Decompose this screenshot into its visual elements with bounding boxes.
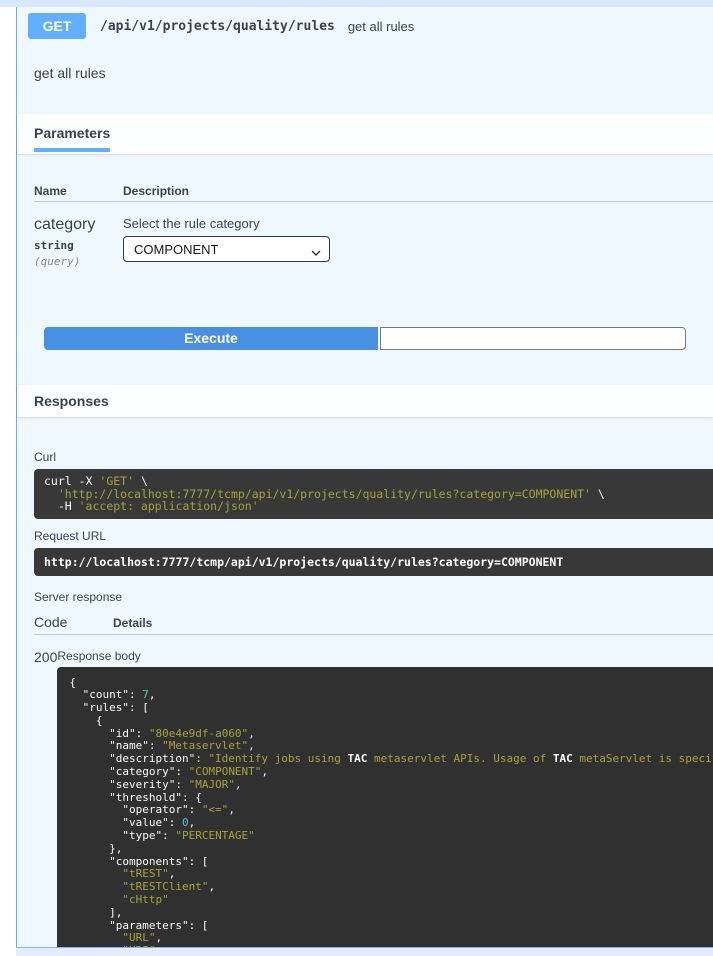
parameter-description-cell: Select the rule category COMPONENT [123,216,330,268]
column-header-details: Details [113,616,152,630]
prev-opblock-strip[interactable] [0,0,713,7]
execute-wrapper: Execute [17,283,713,385]
curl-label: Curl [34,450,713,464]
http-method-badge: GET [28,13,86,39]
response-table-head: Code Details [34,614,713,635]
responses-body: Curl curl -X 'GET' \ 'http://localhost:7… [17,417,713,956]
response-body-block: { "count": 7, "rules": [ { "id": "80e4e9… [57,667,713,956]
response-details-cell: Response body { "count": 7, "rules": [ {… [57,649,713,956]
endpoint-summary: get all rules [348,19,414,34]
category-select-wrap: COMPONENT [123,236,330,262]
opblock-summary[interactable]: GET /api/v1/projects/quality/rules get a… [17,7,713,45]
responses-header: Responses [17,385,713,417]
parameter-name: category [34,216,123,234]
curl-command-block: curl -X 'GET' \ 'http://localhost:7777/t… [34,469,713,519]
opblock-description: get all rules [17,45,713,114]
column-header-description: Description [123,184,189,198]
responses-title: Responses [34,393,109,409]
category-select[interactable]: COMPONENT [123,236,330,262]
parameter-description: Select the rule category [123,216,330,231]
response-status-code: 200 [34,649,57,956]
clear-button[interactable] [380,327,686,350]
response-row-200: 200 Response body { "count": 7, "rules":… [34,635,713,956]
parameter-row: category string (query) Select the rule … [34,202,713,283]
parameters-table: Name Description category string (query)… [17,154,713,283]
parameters-table-head: Name Description [34,184,713,202]
opblock-get-rules: GET /api/v1/projects/quality/rules get a… [16,7,713,947]
server-response-label: Server response [34,590,713,604]
parameter-type: string [34,239,123,252]
parameter-location: (query) [34,255,123,268]
parameters-header: Parameters [17,114,713,154]
parameter-name-cell: category string (query) [34,216,123,268]
tab-parameters[interactable]: Parameters [34,125,110,152]
column-header-code: Code [34,614,113,630]
column-header-name: Name [34,184,123,198]
server-response-table: Code Details 200 Response body { "count"… [34,614,713,956]
endpoint-path: /api/v1/projects/quality/rules [100,19,335,34]
execute-button[interactable]: Execute [44,327,378,350]
next-opblock-strip[interactable] [16,947,713,956]
request-url-block: http://localhost:7777/tcmp/api/v1/projec… [34,548,713,576]
request-url-label: Request URL [34,529,713,543]
response-body-label: Response body [57,649,713,663]
